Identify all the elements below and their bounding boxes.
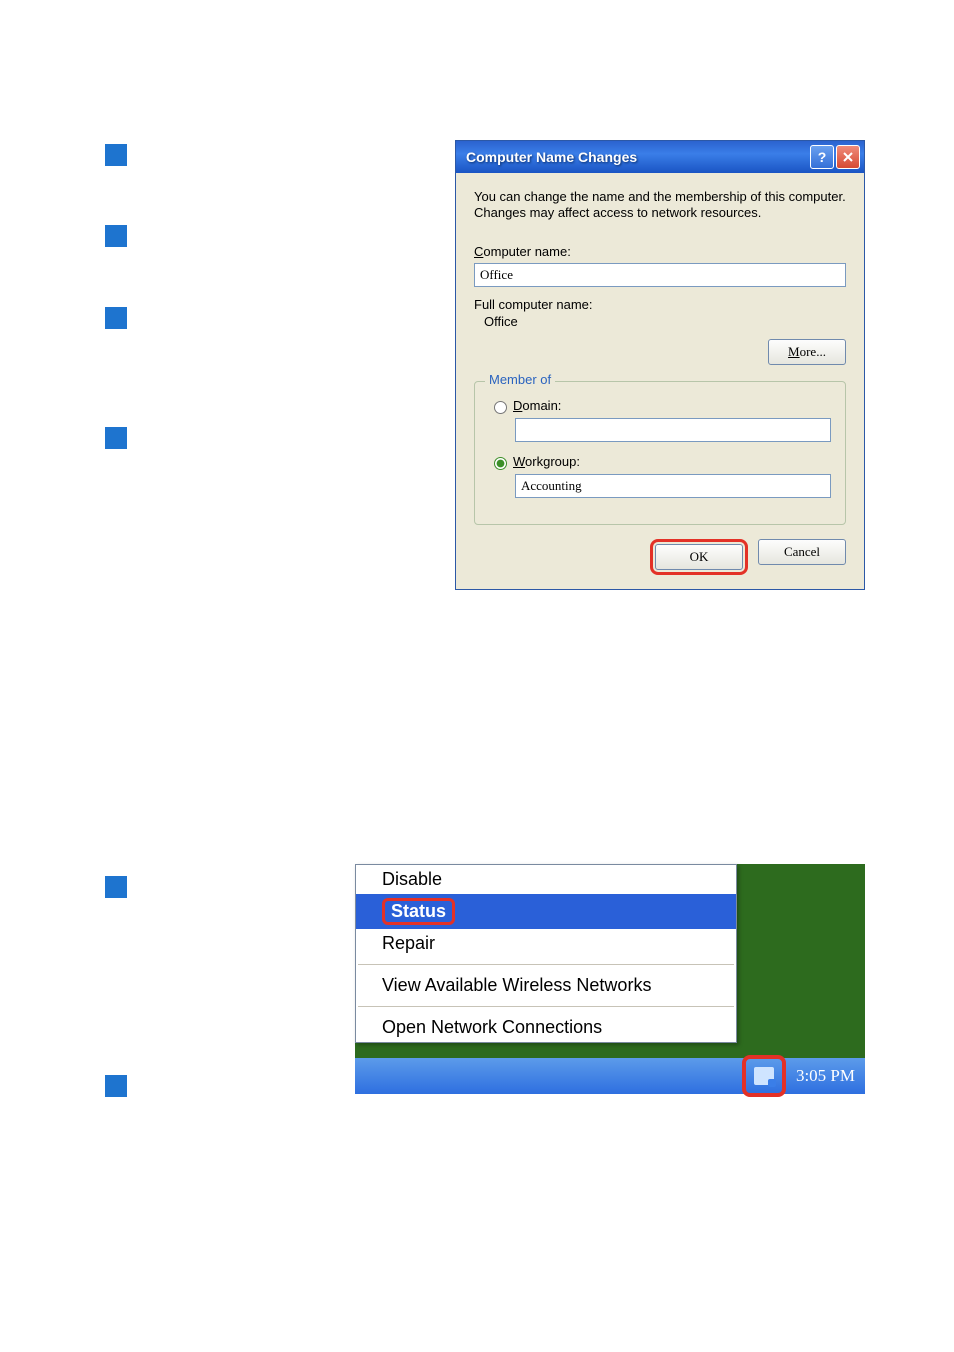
taskbar: 3:05 PM bbox=[355, 1058, 865, 1094]
computer-name-label: Computer name: bbox=[474, 244, 846, 259]
close-button[interactable] bbox=[836, 145, 860, 169]
status-highlight: Status bbox=[382, 898, 455, 925]
ok-highlight: OK bbox=[650, 539, 748, 575]
ok-button[interactable]: OK bbox=[655, 544, 743, 570]
network-tray-icon[interactable] bbox=[754, 1067, 774, 1085]
full-computer-name-label: Full computer name: bbox=[474, 297, 846, 312]
cancel-button[interactable]: Cancel bbox=[758, 539, 846, 565]
ctx-separator bbox=[358, 964, 734, 965]
domain-radio[interactable] bbox=[494, 401, 507, 414]
dialog-titlebar[interactable]: Computer Name Changes ? bbox=[456, 141, 864, 173]
bullet-icon bbox=[105, 225, 127, 247]
computer-name-changes-dialog: Computer Name Changes ? You can change t… bbox=[455, 140, 865, 590]
taskbar-clock: 3:05 PM bbox=[796, 1066, 855, 1086]
workgroup-label: Workgroup: bbox=[513, 454, 580, 469]
network-context-menu: Disable Status Repair View Available Wir… bbox=[355, 864, 737, 1043]
member-of-group: Member of Domain: Workgroup: bbox=[474, 381, 846, 525]
ctx-status[interactable]: Status bbox=[356, 894, 736, 929]
ctx-open-connections[interactable]: Open Network Connections bbox=[356, 1013, 736, 1042]
ctx-view-wireless[interactable]: View Available Wireless Networks bbox=[356, 971, 736, 1000]
domain-label: Domain: bbox=[513, 398, 561, 413]
ctx-disable[interactable]: Disable bbox=[356, 865, 736, 894]
domain-input[interactable] bbox=[515, 418, 831, 442]
ctx-separator bbox=[358, 1006, 734, 1007]
dialog-title: Computer Name Changes bbox=[466, 149, 808, 165]
network-tray-highlight bbox=[742, 1055, 786, 1097]
workgroup-radio[interactable] bbox=[494, 457, 507, 470]
bullet-icon bbox=[105, 427, 127, 449]
more-button[interactable]: More... bbox=[768, 339, 846, 365]
help-button[interactable]: ? bbox=[810, 145, 834, 169]
bullet-icon bbox=[105, 1075, 127, 1097]
bullet-icon bbox=[105, 144, 127, 166]
dialog-description: You can change the name and the membersh… bbox=[474, 189, 846, 222]
computer-name-input[interactable] bbox=[474, 263, 846, 287]
workgroup-input[interactable] bbox=[515, 474, 831, 498]
bullet-icon bbox=[105, 307, 127, 329]
ctx-repair[interactable]: Repair bbox=[356, 929, 736, 958]
full-computer-name-value: Office bbox=[484, 314, 846, 329]
close-icon bbox=[842, 151, 854, 163]
bullet-icon bbox=[105, 876, 127, 898]
systray-area: Disable Status Repair View Available Wir… bbox=[355, 864, 865, 1094]
member-of-legend: Member of bbox=[485, 372, 555, 387]
